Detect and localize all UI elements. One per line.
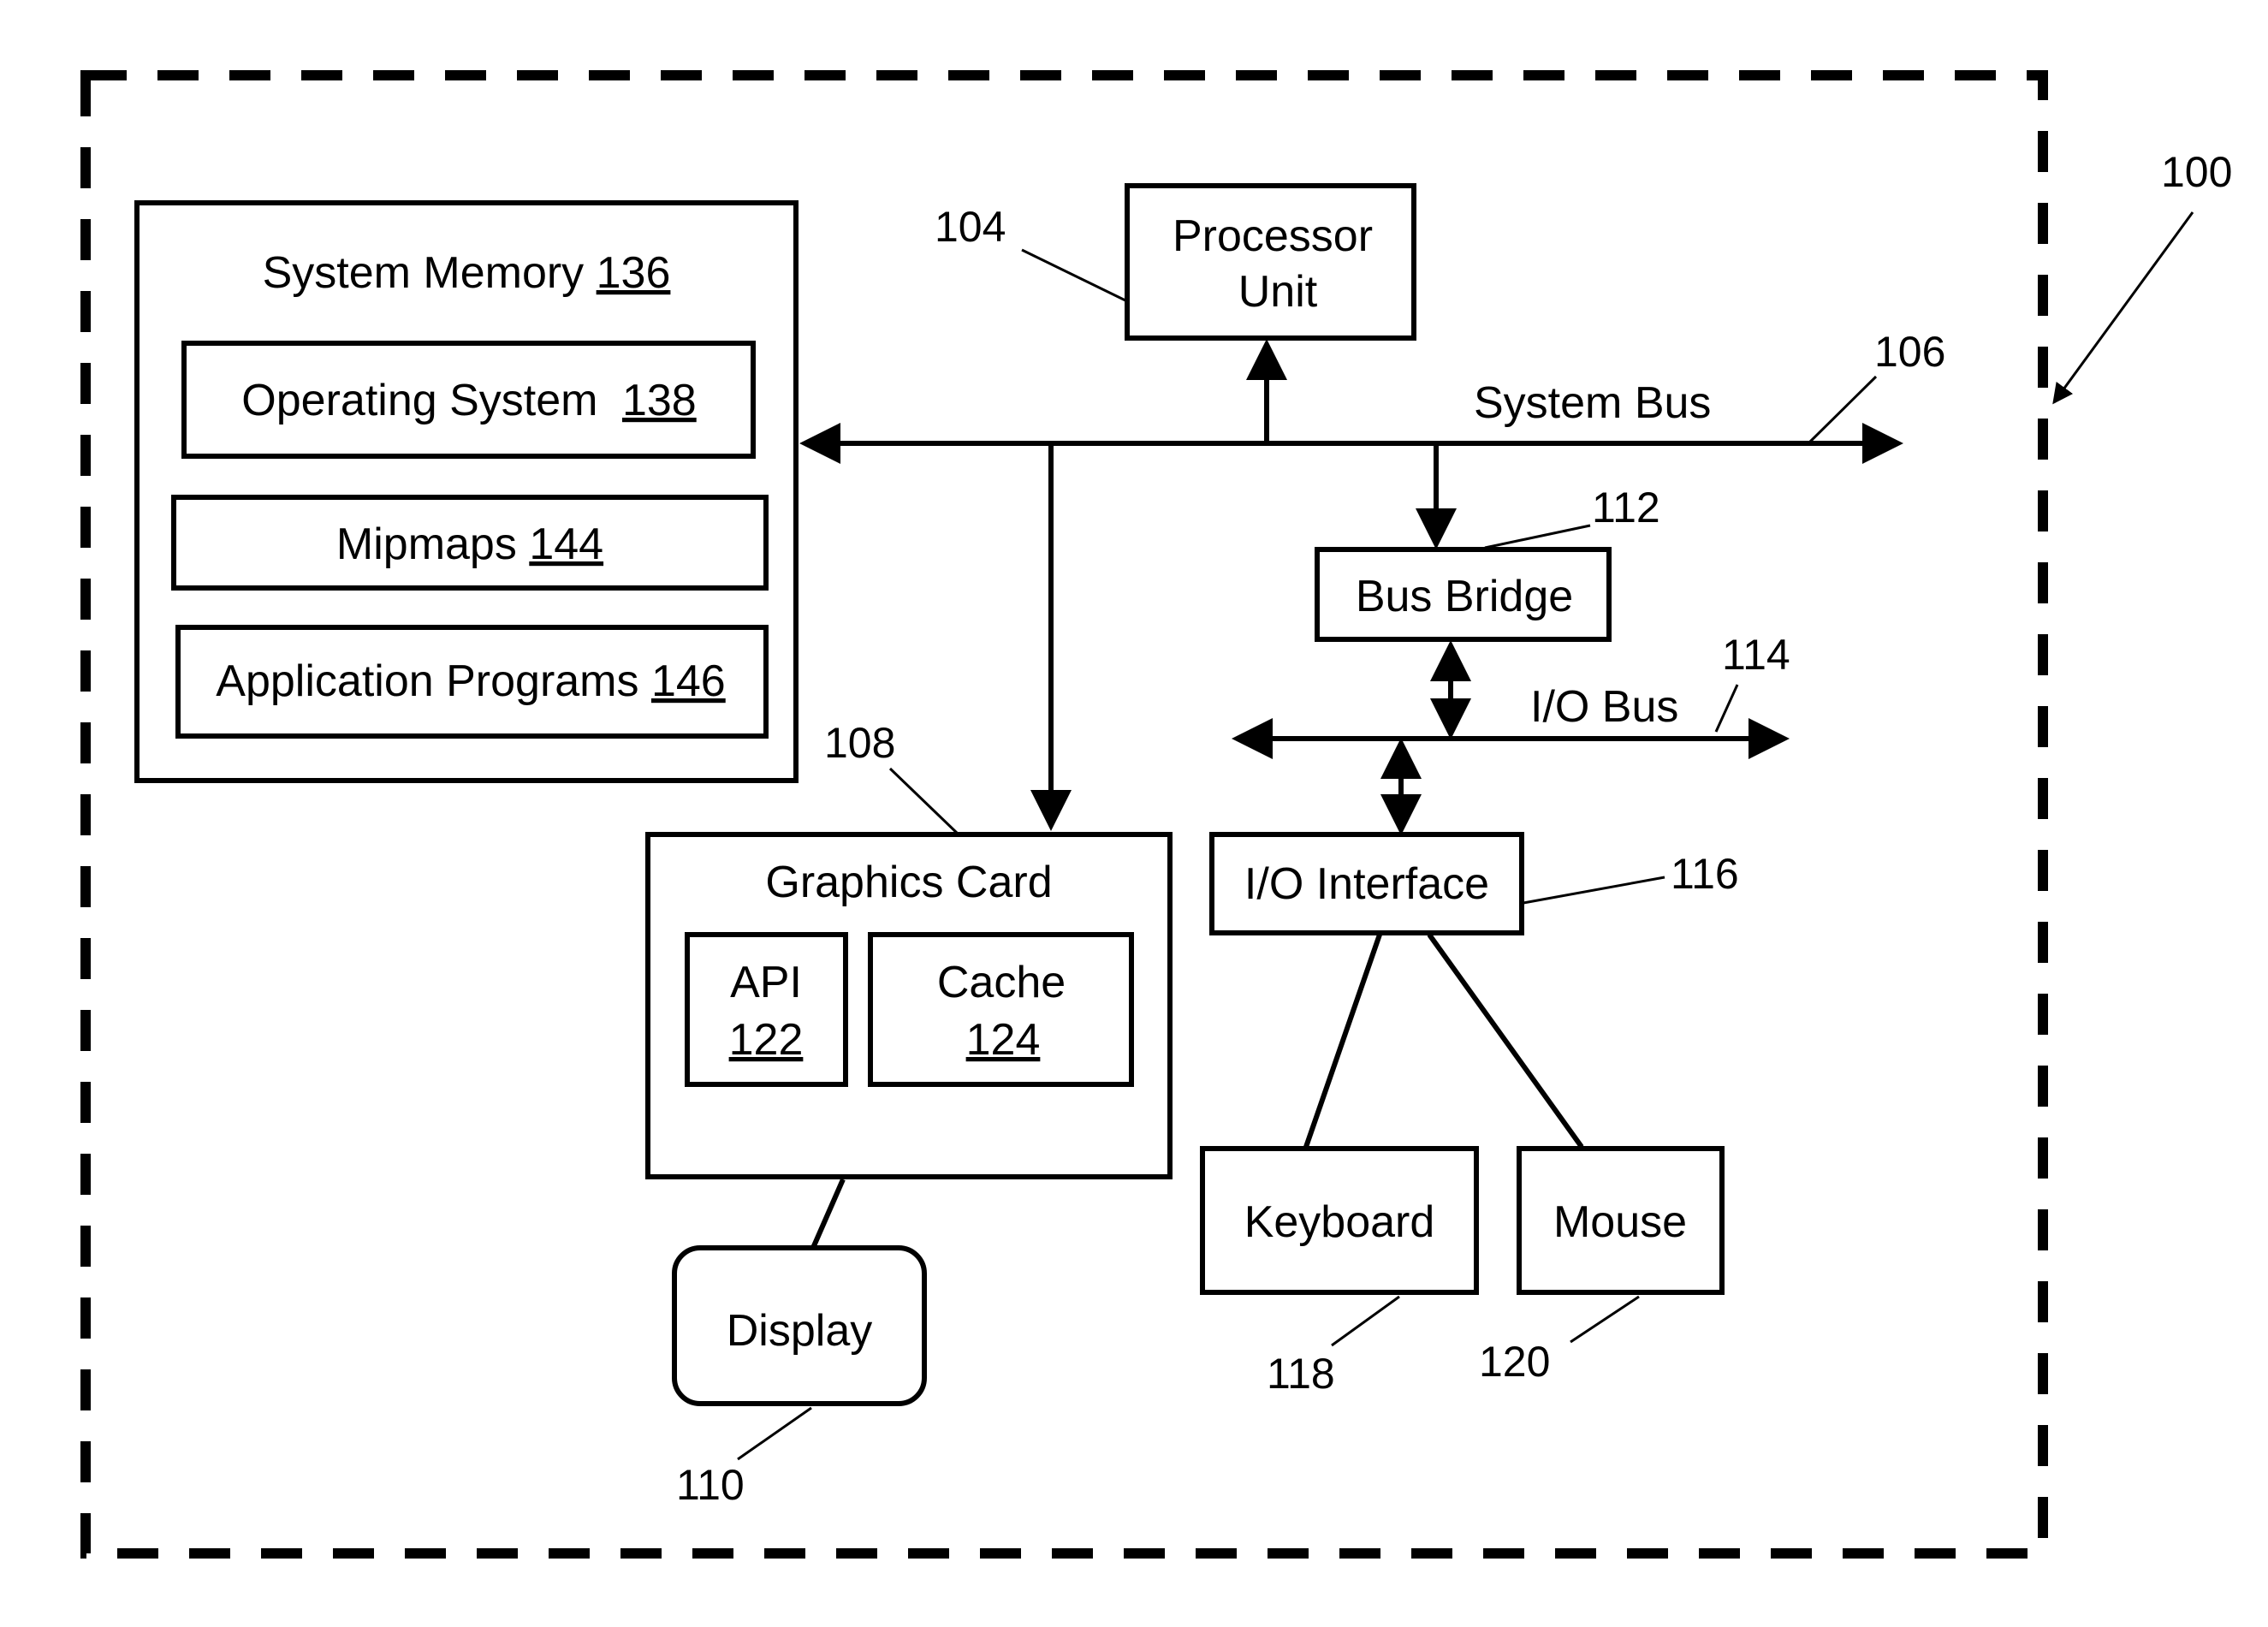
ref-106-leader xyxy=(1808,375,1878,443)
ref-112: 112 xyxy=(1592,484,1660,531)
cache-label: Cache xyxy=(937,958,1066,1007)
cache-ref: 124 xyxy=(966,1015,1041,1065)
keyboard-block[interactable]: Keyboard xyxy=(1200,1146,1479,1295)
bus-bridge-label: Bus Bridge xyxy=(1356,572,1573,621)
api-ref: 122 xyxy=(729,1015,804,1065)
operating-system-ref: 138 xyxy=(622,376,697,425)
keyboard-label: Keyboard xyxy=(1244,1197,1435,1247)
ref-118: 118 xyxy=(1267,1350,1335,1398)
graphics-display-connector xyxy=(810,1178,846,1250)
display-block[interactable]: Display xyxy=(672,1245,927,1406)
application-programs-ref: 146 xyxy=(651,656,726,706)
ref-110-leader xyxy=(737,1406,812,1461)
system-memory-block[interactable]: System Memory 136 Operating System 138 M… xyxy=(134,200,799,783)
ref-110: 110 xyxy=(676,1461,745,1509)
bus-bridge-block[interactable]: Bus Bridge xyxy=(1315,547,1612,642)
application-programs-label: Application Programs xyxy=(216,656,638,706)
mouse-label: Mouse xyxy=(1553,1197,1687,1247)
processor-unit-block[interactable]: Processor Unit xyxy=(1125,183,1416,341)
ref-108: 108 xyxy=(824,719,895,767)
display-label: Display xyxy=(727,1306,873,1356)
svg-text:System Memory 136: System Memory 136 xyxy=(263,248,671,298)
mouse-block[interactable]: Mouse xyxy=(1517,1146,1725,1295)
system-memory-title: System Memory xyxy=(263,248,585,298)
ref-120: 120 xyxy=(1479,1338,1550,1386)
system-memory-ref: 136 xyxy=(597,248,671,298)
ref-106: 106 xyxy=(1874,328,1945,376)
block-diagram: 100 System Memory 136 Operating System 1… xyxy=(80,70,2232,1559)
graphics-card-block[interactable]: Graphics Card API 122 Cache 124 xyxy=(645,832,1173,1179)
ref-116-leader xyxy=(1523,876,1665,905)
io-keyboard-connector xyxy=(1303,934,1382,1148)
api-label: API xyxy=(730,958,802,1007)
io-interface-block[interactable]: I/O Interface xyxy=(1209,832,1524,935)
mipmaps-label: Mipmaps xyxy=(336,520,517,569)
ref-120-leader xyxy=(1570,1295,1640,1344)
io-mouse-connector xyxy=(1427,933,1584,1149)
graphics-card-label: Graphics Card xyxy=(765,858,1052,907)
io-bus-label: I/O Bus xyxy=(1530,682,1678,732)
ref-112-leader xyxy=(1484,524,1591,549)
svg-text:Operating System 138: Operating System 138 xyxy=(241,376,696,425)
mipmaps-ref: 144 xyxy=(529,520,603,569)
ref-104-leader xyxy=(1021,248,1128,303)
processor-label-line1: Processor xyxy=(1173,211,1373,261)
svg-text:Mipmaps 144: Mipmaps 144 xyxy=(336,520,603,569)
ref-100: 100 xyxy=(2161,148,2232,196)
ref-108-leader xyxy=(888,767,960,836)
io-interface-label: I/O Interface xyxy=(1244,859,1489,909)
processor-label-line2: Unit xyxy=(1238,267,1318,317)
system-bus-label: System Bus xyxy=(1474,378,1711,428)
ref-100-arrow xyxy=(2052,211,2194,405)
ref-114: 114 xyxy=(1722,631,1790,679)
operating-system-label: Operating System xyxy=(241,376,597,425)
ref-114-leader xyxy=(1714,684,1739,733)
ref-118-leader xyxy=(1331,1295,1400,1347)
ref-116: 116 xyxy=(1671,850,1739,898)
svg-text:Application Programs 146: Application Programs 146 xyxy=(216,656,725,706)
ref-104: 104 xyxy=(935,203,1006,251)
